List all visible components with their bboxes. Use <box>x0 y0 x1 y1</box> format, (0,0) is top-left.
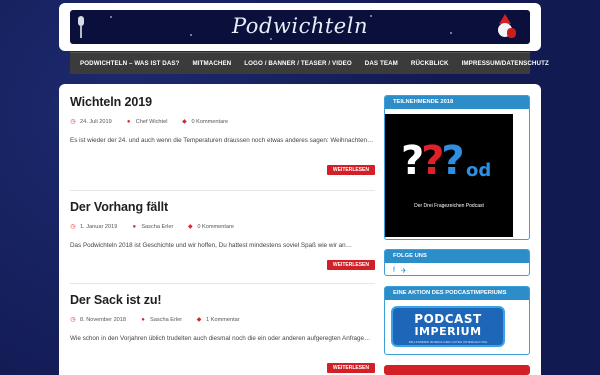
podcast-logo-mark: ??? <box>401 138 465 184</box>
nav-item-rueckblick[interactable]: RÜCKBLICK <box>411 60 449 67</box>
post-author[interactable]: Sascha Erler <box>150 317 182 323</box>
read-more-button[interactable]: WEITERLESEN <box>326 363 375 373</box>
site-banner[interactable]: Podwichteln <box>70 10 530 44</box>
post-excerpt: Das Podwichteln 2018 ist Geschichte und … <box>70 242 352 249</box>
logo-tagline: WILLKOMMEN IM REICH DER GUTEN UNTERHALTU… <box>408 340 488 344</box>
blog-post: Der Sack ist zu! ◷ 8. November 2018 ● Sasc… <box>70 293 375 373</box>
podcast-imperium-logo[interactable]: PODCAST IMPERIUM WILLKOMMEN IM REICH DER… <box>391 306 505 347</box>
social-links: f ✈ <box>385 263 529 279</box>
post-divider <box>70 190 375 191</box>
calendar-icon: ◷ <box>70 317 76 323</box>
site-title: Podwichteln <box>232 14 368 38</box>
post-meta: ◷ 8. November 2018 ● Sascha Erler ◆ 1 Komme… <box>70 316 375 324</box>
post-date[interactable]: 24. Juli 2019 <box>80 119 112 125</box>
podcast-logo[interactable]: ??? od Der Drei Fragezeichen Podcast <box>385 114 513 237</box>
post-author[interactable]: Sascha Erler <box>141 224 173 230</box>
user-icon: ● <box>141 316 145 323</box>
post-excerpt: Es ist wieder der 24. und auch wenn die … <box>70 137 374 144</box>
nav-item-das-team[interactable]: DAS TEAM <box>365 60 398 67</box>
facebook-icon[interactable]: f <box>393 267 395 275</box>
widget-title: FOLGE UNS <box>385 250 529 263</box>
post-title[interactable]: Der Sack ist zu! <box>70 293 375 307</box>
comment-icon: ◆ <box>188 224 193 230</box>
post-divider <box>70 283 375 284</box>
nav-item-mitmachen[interactable]: MITMACHEN <box>193 60 232 67</box>
post-date[interactable]: 1. Januar 2019 <box>80 224 117 230</box>
read-more-button[interactable]: WEITERLESEN <box>326 165 375 175</box>
main-navigation: PODWICHTELN – WAS IST DAS? MITMACHEN LOG… <box>70 52 549 74</box>
post-comments[interactable]: 0 Kommentare <box>197 224 234 230</box>
widget-title: TEILNEHMENDE 2018 <box>385 96 529 109</box>
widget-podcast-imperium: EINE AKTION DES PODCASTIMPERIUMS PODCAST… <box>384 286 530 355</box>
widget-participants: TEILNEHMENDE 2018 ??? od Der Drei Fragez… <box>384 95 530 240</box>
comment-icon: ◆ <box>196 317 202 323</box>
post-meta: ◷ 24. Juli 2019 ● Chef Wichtel ◆ 0 Kommenta… <box>70 118 375 126</box>
star-decoration <box>270 38 272 40</box>
podcast-logo-caption: Der Drei Fragezeichen Podcast <box>414 203 484 209</box>
post-date[interactable]: 8. November 2018 <box>80 317 126 323</box>
podcast-logo-suffix: od <box>466 160 492 181</box>
blog-post: Der Vorhang fällt ◷ 1. Januar 2019 ● Sasch… <box>70 200 375 270</box>
nav-item-was-ist-das[interactable]: PODWICHTELN – WAS IST DAS? <box>80 60 180 67</box>
logo-line-2: IMPERIUM <box>414 325 482 338</box>
comment-icon: ◆ <box>182 119 187 125</box>
post-comments[interactable]: 1 Kommentar <box>206 317 240 323</box>
post-author[interactable]: Chef Wichtel <box>136 119 168 125</box>
read-more-button[interactable]: WEITERLESEN <box>326 260 375 270</box>
post-excerpt: Wie schon in den Vorjahren üblich trudel… <box>70 335 371 342</box>
nav-item-impressum[interactable]: IMPRESSUM/DATENSCHUTZ <box>462 60 549 67</box>
user-icon: ● <box>132 223 137 230</box>
twitter-icon[interactable]: ✈ <box>401 267 407 275</box>
blog-post: Wichteln 2019 ◷ 24. Juli 2019 ● Chef Wicht… <box>70 95 375 175</box>
widget-title: EINE AKTION DES PODCASTIMPERIUMS <box>385 287 529 300</box>
calendar-icon: ◷ <box>70 119 76 125</box>
widget-follow-us: FOLGE UNS f ✈ <box>384 249 530 276</box>
post-meta: ◷ 1. Januar 2019 ● Sascha Erler ◆ 0 Komment… <box>70 223 375 231</box>
nav-item-logo-banner[interactable]: LOGO / BANNER / TEASER / VIDEO <box>244 60 352 67</box>
santa-icon <box>494 14 516 40</box>
post-title[interactable]: Der Vorhang fällt <box>70 200 375 214</box>
widget-next <box>384 365 530 375</box>
user-icon: ● <box>126 118 131 125</box>
logo-line-1: PODCAST <box>414 312 482 326</box>
post-title[interactable]: Wichteln 2019 <box>70 95 375 109</box>
post-comments[interactable]: 0 Kommentare <box>191 119 228 125</box>
calendar-icon: ◷ <box>70 224 76 230</box>
